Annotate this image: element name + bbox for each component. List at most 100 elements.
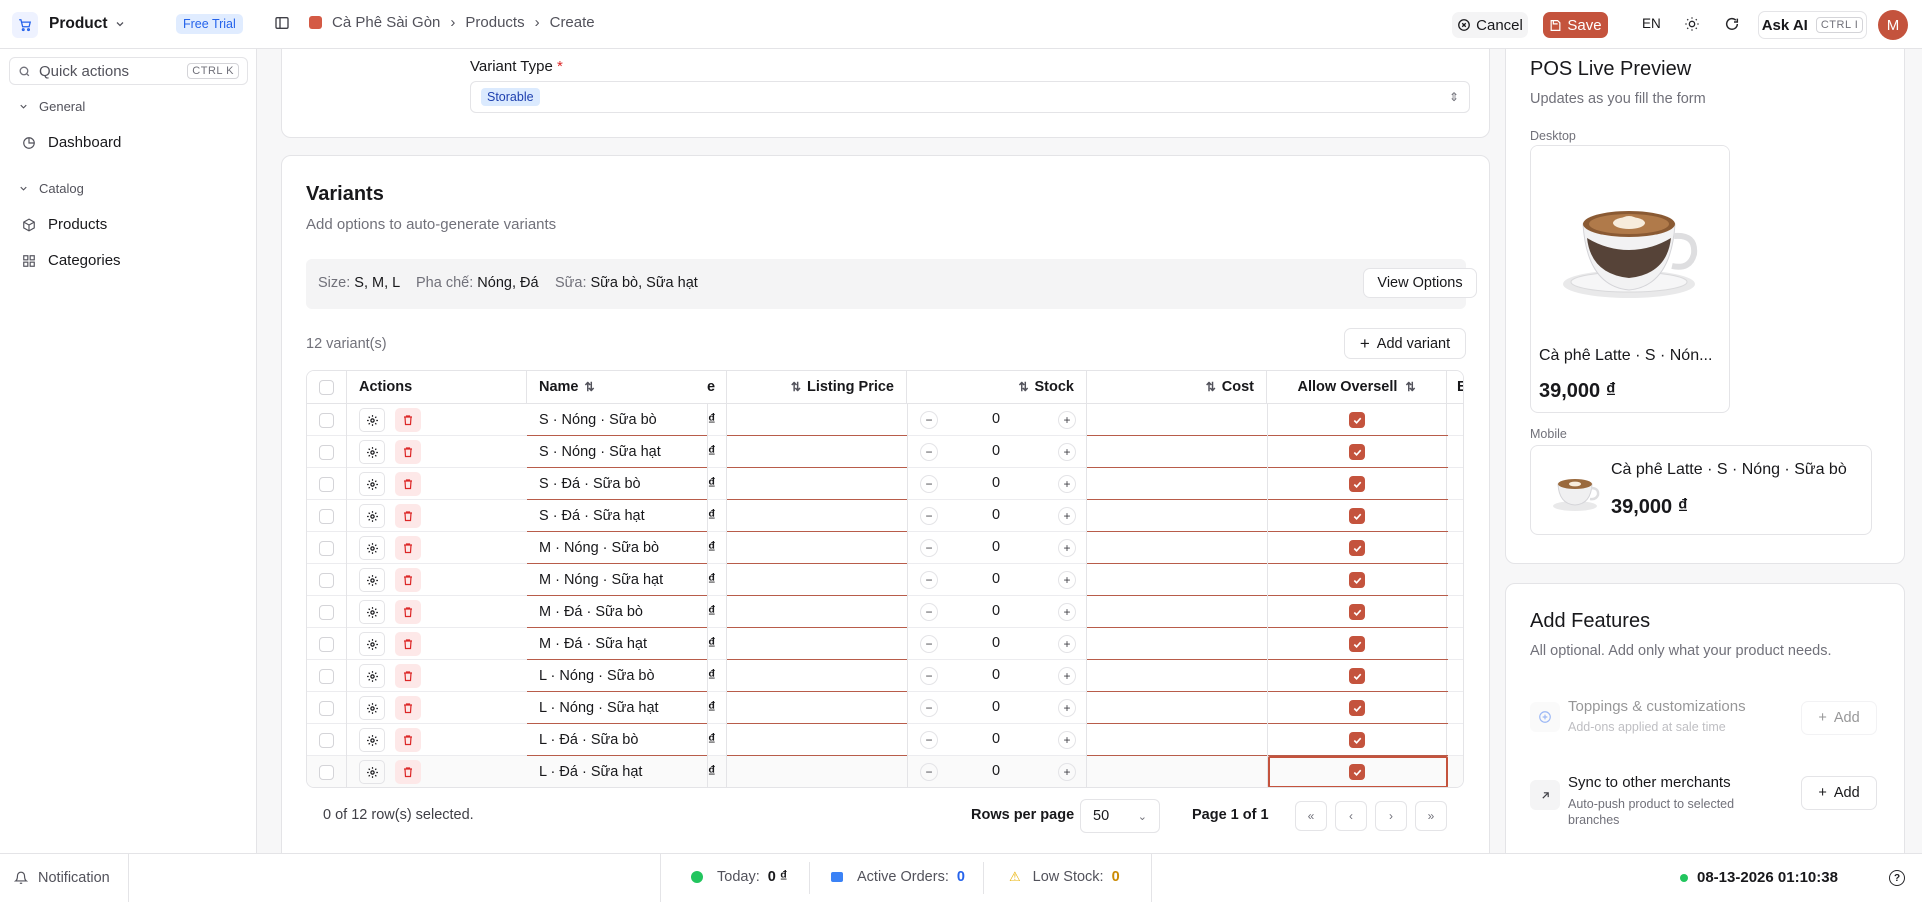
trash-icon[interactable] (395, 632, 421, 656)
decrement-button[interactable]: − (920, 443, 938, 461)
avatar[interactable]: M (1878, 10, 1908, 40)
variant-name[interactable]: S · Nóng · Sữa hạt (539, 436, 704, 468)
cost-input[interactable] (1087, 628, 1267, 660)
variant-name[interactable]: S · Nóng · Sữa bò (539, 404, 704, 436)
decrement-button[interactable]: − (920, 635, 938, 653)
header-next-fragment[interactable]: E (1447, 371, 1463, 404)
table-row[interactable]: S · Nóng · Sữa bò ₫ − 0 + (307, 404, 1463, 436)
add-variant-button[interactable]: + Add variant (1344, 328, 1466, 359)
listing-price-input[interactable] (727, 468, 907, 500)
gear-icon[interactable] (359, 760, 385, 784)
decrement-button[interactable]: − (920, 411, 938, 429)
stock-value[interactable]: 0 (992, 699, 1000, 715)
header-stock[interactable]: ⇅ Stock (907, 371, 1087, 404)
gear-icon[interactable] (359, 440, 385, 464)
decrement-button[interactable]: − (920, 475, 938, 493)
variant-name[interactable]: L · Nóng · Sữa hạt (539, 692, 704, 724)
header-name[interactable]: Name ⇅ (527, 371, 707, 404)
stock-value[interactable]: 0 (992, 507, 1000, 523)
variant-name[interactable]: M · Nóng · Sữa bò (539, 532, 704, 564)
increment-button[interactable]: + (1058, 571, 1076, 589)
mobile-preview-tile[interactable]: Cà phê Latte · S · Nóng · Sữa bò 39,000 … (1530, 445, 1872, 535)
listing-price-input[interactable] (727, 724, 907, 756)
trash-icon[interactable] (395, 440, 421, 464)
variant-name[interactable]: M · Đá · Sữa bò (539, 596, 704, 628)
row-checkbox[interactable] (319, 764, 334, 780)
row-checkbox[interactable] (319, 732, 334, 748)
stock-value[interactable]: 0 (992, 443, 1000, 459)
decrement-button[interactable]: − (920, 603, 938, 621)
prev-page-button[interactable]: ‹ (1335, 801, 1367, 831)
sidebar-item-dashboard[interactable]: Dashboard (22, 134, 121, 151)
price-fragment[interactable]: ₫ (707, 692, 727, 724)
last-page-button[interactable]: » (1415, 801, 1447, 831)
trash-icon[interactable] (395, 760, 421, 784)
price-fragment[interactable]: ₫ (707, 596, 727, 628)
increment-button[interactable]: + (1058, 475, 1076, 493)
gear-icon[interactable] (359, 568, 385, 592)
decrement-button[interactable]: − (920, 763, 938, 781)
row-checkbox[interactable] (319, 700, 334, 716)
variant-name[interactable]: L · Nóng · Sữa bò (539, 660, 704, 692)
notification-button[interactable]: Notification (0, 854, 129, 902)
ask-ai-button[interactable]: Ask AI CTRL I (1758, 11, 1867, 39)
decrement-button[interactable]: − (920, 571, 938, 589)
gear-icon[interactable] (359, 504, 385, 528)
save-button[interactable]: Save (1543, 12, 1608, 38)
trash-icon[interactable] (395, 504, 421, 528)
increment-button[interactable]: + (1058, 443, 1076, 461)
cost-input[interactable] (1087, 468, 1267, 500)
increment-button[interactable]: + (1058, 603, 1076, 621)
trash-icon[interactable] (395, 728, 421, 752)
stock-value[interactable]: 0 (992, 763, 1000, 779)
row-checkbox[interactable] (319, 476, 334, 492)
variant-name[interactable]: M · Đá · Sữa hạt (539, 628, 704, 660)
stock-value[interactable]: 0 (992, 667, 1000, 683)
row-checkbox[interactable] (319, 604, 334, 620)
table-row[interactable]: S · Đá · Sữa hạt ₫ − 0 + (307, 500, 1463, 532)
table-row[interactable]: M · Nóng · Sữa hạt ₫ − 0 + (307, 564, 1463, 596)
sidebar-item-products[interactable]: Products (22, 216, 107, 233)
price-fragment[interactable]: ₫ (707, 404, 727, 436)
listing-price-input[interactable] (727, 756, 907, 787)
increment-button[interactable]: + (1058, 539, 1076, 557)
help-icon[interactable]: ? (1889, 870, 1905, 886)
header-listing-price[interactable]: ⇅ Listing Price (727, 371, 907, 404)
cost-input[interactable] (1087, 596, 1267, 628)
price-fragment[interactable]: ₫ (707, 500, 727, 532)
listing-price-input[interactable] (727, 500, 907, 532)
refresh-icon[interactable] (1724, 16, 1740, 36)
desktop-preview-tile[interactable]: Cà phê Latte · S · Nón... 39,000 ₫ (1530, 145, 1730, 413)
header-allow-oversell[interactable]: Allow Oversell ⇅ (1267, 371, 1447, 404)
listing-price-input[interactable] (727, 660, 907, 692)
variant-name[interactable]: L · Đá · Sữa bò (539, 724, 704, 756)
decrement-button[interactable]: − (920, 699, 938, 717)
variant-type-select[interactable]: Storable ⇕ (470, 81, 1470, 113)
gear-icon[interactable] (359, 664, 385, 688)
cart-icon[interactable] (12, 12, 38, 38)
variant-name[interactable]: S · Đá · Sữa bò (539, 468, 704, 500)
stock-value[interactable]: 0 (992, 603, 1000, 619)
increment-button[interactable]: + (1058, 635, 1076, 653)
increment-button[interactable]: + (1058, 667, 1076, 685)
breadcrumb-products[interactable]: Products (465, 14, 524, 31)
trash-icon[interactable] (395, 664, 421, 688)
add-sync-button[interactable]: + Add (1801, 776, 1877, 810)
cost-input[interactable] (1087, 436, 1267, 468)
table-row[interactable]: L · Đá · Sữa bò ₫ − 0 + (307, 724, 1463, 756)
gear-icon[interactable] (359, 600, 385, 624)
stock-value[interactable]: 0 (992, 731, 1000, 747)
cost-input[interactable] (1087, 564, 1267, 596)
increment-button[interactable]: + (1058, 763, 1076, 781)
variant-name[interactable]: S · Đá · Sữa hạt (539, 500, 704, 532)
stock-value[interactable]: 0 (992, 635, 1000, 651)
row-checkbox[interactable] (319, 444, 334, 460)
cost-input[interactable] (1087, 724, 1267, 756)
cost-input[interactable] (1087, 500, 1267, 532)
listing-price-input[interactable] (727, 436, 907, 468)
cost-input[interactable] (1087, 404, 1267, 436)
header-cost[interactable]: ⇅ Cost (1087, 371, 1267, 404)
increment-button[interactable]: + (1058, 411, 1076, 429)
header-price-fragment[interactable]: e (707, 371, 727, 404)
table-row[interactable]: M · Đá · Sữa hạt ₫ − 0 + (307, 628, 1463, 660)
